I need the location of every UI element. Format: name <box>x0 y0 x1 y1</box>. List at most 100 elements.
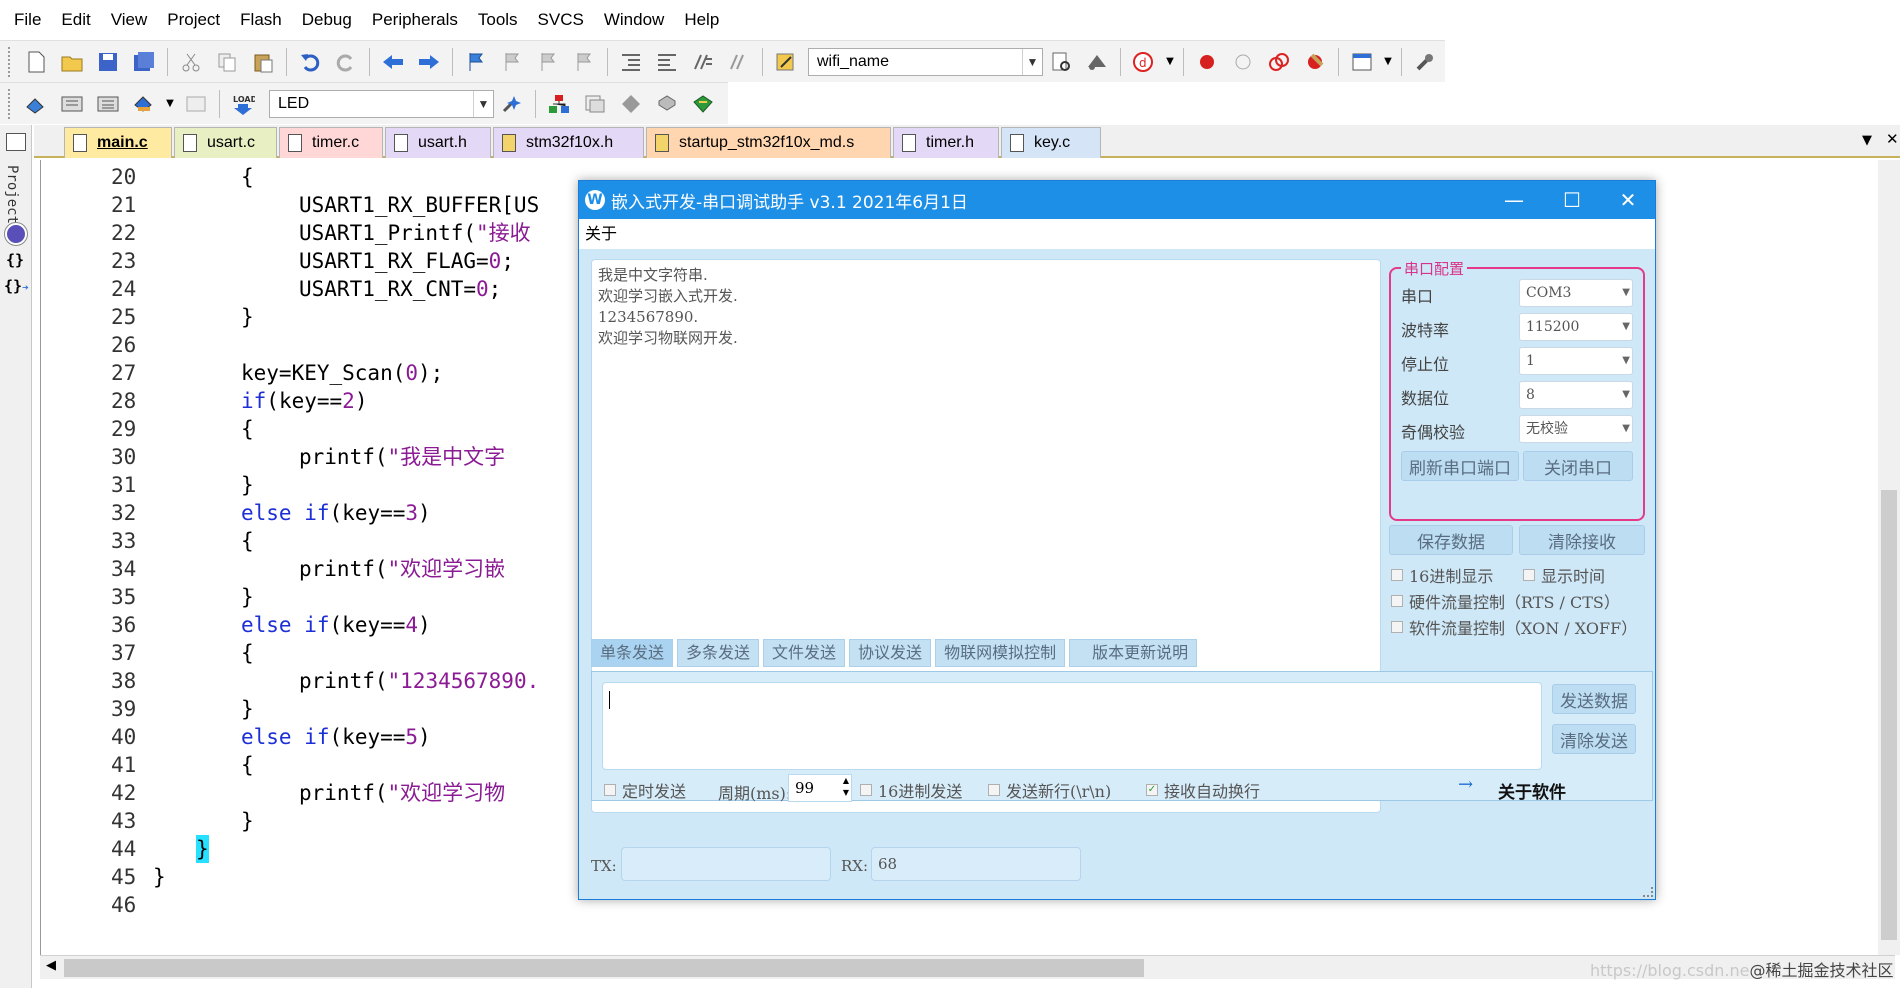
maximize-icon[interactable]: ☐ <box>1543 181 1601 219</box>
window-title-bar[interactable]: W 嵌入式开发-串口调试助手 v3.1 2021年6月1日 — ☐ ✕ <box>579 181 1655 219</box>
hex-send-checkbox[interactable]: 16进制发送 <box>860 778 962 802</box>
nav-back-icon[interactable] <box>377 46 409 78</box>
bookmark-clear-icon[interactable] <box>568 46 600 78</box>
menu-project[interactable]: Project <box>157 0 230 40</box>
close-tab-icon[interactable]: ✕ <box>1886 130 1899 148</box>
auto-wrap-checkbox[interactable]: ✓ 接收自动换行 <box>1146 778 1260 802</box>
close-icon[interactable]: ✕ <box>1599 181 1657 219</box>
menu-peripherals[interactable]: Peripherals <box>362 0 468 40</box>
editor-vertical-scrollbar[interactable] <box>1878 160 1900 955</box>
paste-icon[interactable] <box>247 46 279 78</box>
menu-edit[interactable]: Edit <box>51 0 100 40</box>
menu-window[interactable]: Window <box>594 0 674 40</box>
scroll-left-icon[interactable]: ◀ <box>46 958 56 973</box>
scrollbar-thumb[interactable] <box>1881 490 1897 940</box>
menu-debug[interactable]: Debug <box>292 0 362 40</box>
functions-icon[interactable]: {} <box>6 251 24 269</box>
menu-help[interactable]: Help <box>674 0 729 40</box>
tab-single-send[interactable]: 单条发送 <box>591 639 674 667</box>
tab-multi-send[interactable]: 多条发送 <box>677 639 760 667</box>
tab-iot-simulation[interactable]: 物联网模拟控制 <box>935 639 1066 667</box>
bookmark-next-icon[interactable] <box>532 46 564 78</box>
toolbar-grip[interactable] <box>8 88 12 119</box>
timed-send-checkbox[interactable]: 定时发送 <box>604 778 686 802</box>
rebuild-icon[interactable] <box>92 88 124 120</box>
toolbar-grip[interactable] <box>8 46 12 77</box>
build-target-combo[interactable]: LED ▼ <box>269 89 494 118</box>
menu-svcs[interactable]: SVCS <box>528 0 594 40</box>
new-file-icon[interactable] <box>20 46 52 78</box>
breakpoint-kill-all-icon[interactable] <box>1299 46 1331 78</box>
parity-select[interactable]: 无校验 ▼ <box>1519 415 1633 443</box>
menu-file[interactable]: File <box>4 0 51 40</box>
tab-usart-c[interactable]: usart.c <box>174 127 277 158</box>
clear-send-button[interactable]: 清除发送 <box>1552 724 1636 754</box>
chevron-down-icon[interactable]: ▼ <box>1022 48 1042 75</box>
chevron-down-icon[interactable]: ▼ <box>1164 46 1176 78</box>
bookmark-toggle-icon[interactable] <box>460 46 492 78</box>
tab-usart-h[interactable]: usart.h <box>385 127 491 158</box>
comment-icon[interactable] <box>687 46 719 78</box>
port-select[interactable]: COM3 ▼ <box>1519 279 1633 307</box>
chevron-down-icon[interactable]: ▼ <box>473 90 493 117</box>
save-data-button[interactable]: 保存数据 <box>1389 525 1513 555</box>
target-options-icon[interactable] <box>496 88 528 120</box>
nav-forward-icon[interactable] <box>413 46 445 78</box>
tab-stm32f10x-h[interactable]: stm32f10x.h <box>493 127 644 158</box>
translate-icon[interactable] <box>20 88 52 120</box>
send-text-input[interactable] <box>602 682 1542 770</box>
tab-release-notes[interactable]: 版本更新说明 <box>1069 639 1198 667</box>
cut-icon[interactable] <box>175 46 207 78</box>
project-window-icon[interactable] <box>6 133 26 151</box>
baud-select[interactable]: 115200 ▼ <box>1519 313 1633 341</box>
tab-protocol-send[interactable]: 协议发送 <box>849 639 932 667</box>
tab-timer-c[interactable]: timer.c <box>279 127 383 158</box>
save-icon[interactable] <box>92 46 124 78</box>
target-combo[interactable]: wifi_name ▼ <box>808 47 1043 76</box>
tab-file-send[interactable]: 文件发送 <box>763 639 846 667</box>
batch-build-icon[interactable] <box>128 88 160 120</box>
software-flow-checkbox[interactable]: 软件流量控制（XON / XOFF） <box>1391 615 1637 639</box>
stop-bits-select[interactable]: 1 ▼ <box>1519 347 1633 375</box>
tab-timer-h[interactable]: timer.h <box>893 127 999 158</box>
save-all-icon[interactable] <box>128 46 160 78</box>
breakpoint-disable-icon[interactable] <box>1227 46 1259 78</box>
close-port-button[interactable]: 关闭串口 <box>1523 451 1633 481</box>
build-icon[interactable] <box>56 88 88 120</box>
tab-startup-s[interactable]: startup_stm32f10x_md.s <box>646 127 891 158</box>
about-software-link[interactable]: 关于软件 <box>1498 778 1566 803</box>
tab-key-c[interactable]: key.c <box>1001 127 1101 158</box>
window-layout-icon[interactable] <box>1346 46 1378 78</box>
incremental-find-icon[interactable] <box>1081 46 1113 78</box>
tab-main-c[interactable]: main.c <box>64 127 172 158</box>
menu-tools[interactable]: Tools <box>468 0 528 40</box>
data-bits-select[interactable]: 8 ▼ <box>1519 381 1633 409</box>
scrollbar-thumb[interactable] <box>64 959 1144 977</box>
chevron-down-icon[interactable]: ▼ <box>164 88 176 120</box>
templates-icon[interactable]: {}➔ <box>4 277 29 295</box>
pack-installer-icon[interactable] <box>687 88 719 120</box>
hex-display-checkbox[interactable]: 16进制显示 <box>1391 563 1493 587</box>
menu-view[interactable]: View <box>101 0 158 40</box>
stop-build-icon[interactable] <box>180 88 212 120</box>
send-newline-checkbox[interactable]: 发送新行(\r\n) <box>988 778 1111 802</box>
refresh-ports-button[interactable]: 刷新串口端口 <box>1401 451 1519 481</box>
find-in-files-icon[interactable] <box>770 46 802 78</box>
debug-session-icon[interactable]: d <box>1128 46 1160 78</box>
file-extensions-icon[interactable] <box>579 88 611 120</box>
minimize-icon[interactable]: — <box>1485 181 1543 219</box>
manage-project-items-icon[interactable] <box>543 88 575 120</box>
breakpoint-insert-icon[interactable] <box>1191 46 1223 78</box>
download-load-icon[interactable]: LOAD <box>227 88 259 120</box>
bookmark-prev-icon[interactable] <box>496 46 528 78</box>
open-folder-icon[interactable] <box>56 46 88 78</box>
show-time-checkbox[interactable]: 显示时间 <box>1523 563 1605 587</box>
copy-icon[interactable] <box>211 46 243 78</box>
period-spinbox[interactable]: 99 ▲ ▼ <box>788 774 852 802</box>
chevron-down-icon[interactable]: ▼ <box>1382 46 1394 78</box>
menu-about[interactable]: 关于 <box>585 224 617 243</box>
spin-arrows-icon[interactable]: ▲ ▼ <box>843 775 849 799</box>
indent-icon[interactable] <box>615 46 647 78</box>
breakpoint-disable-all-icon[interactable] <box>1263 46 1295 78</box>
resize-grip-icon[interactable] <box>1643 887 1653 897</box>
